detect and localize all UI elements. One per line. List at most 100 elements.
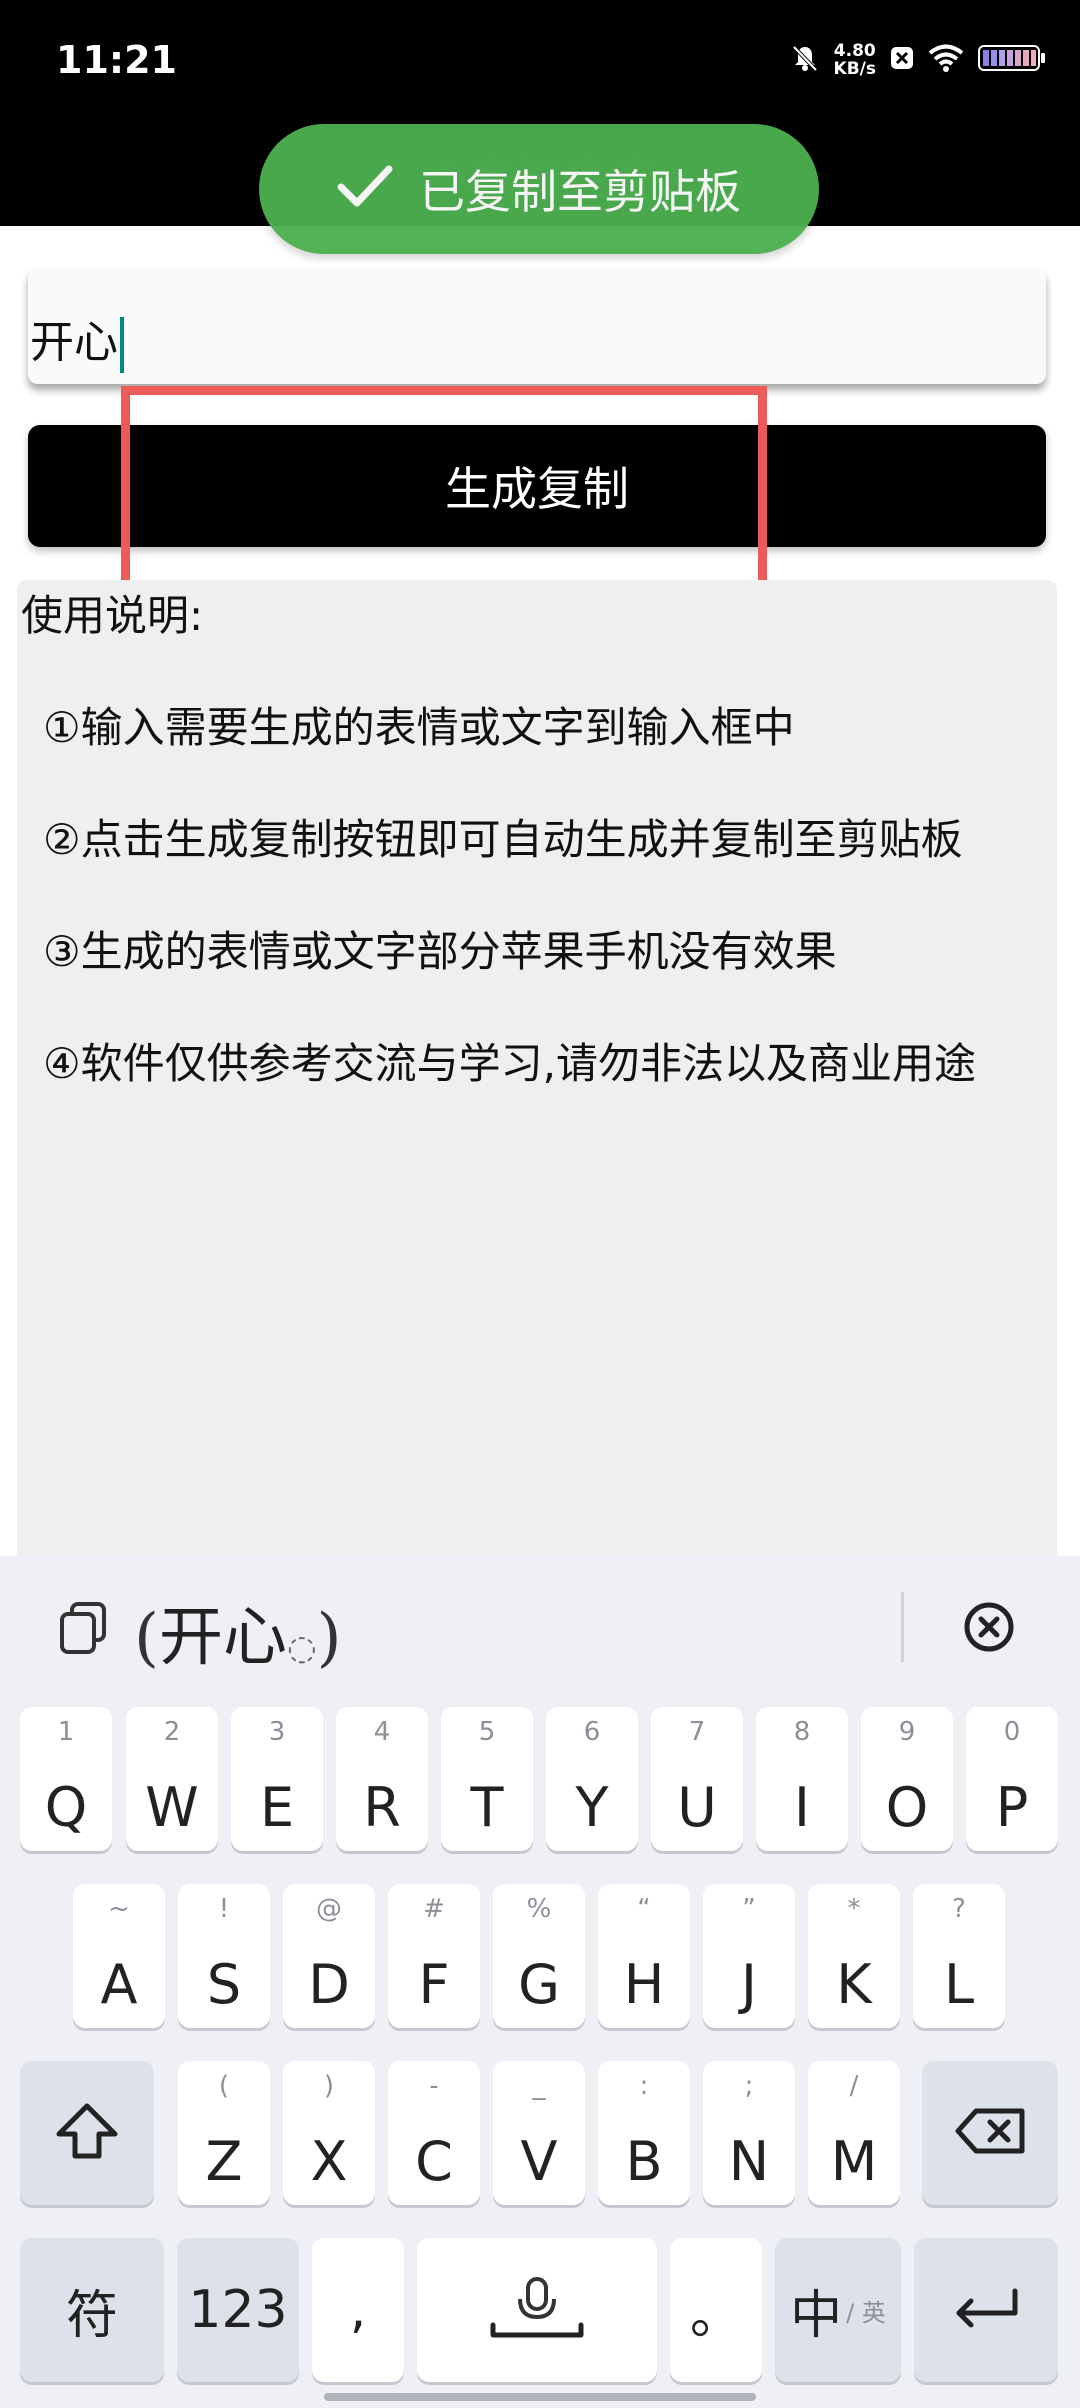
key-o[interactable]: 9O	[861, 1707, 953, 1851]
key-j-label: J	[741, 1953, 757, 2016]
key-q-label: Q	[44, 1776, 88, 1839]
backspace-icon	[954, 2107, 1026, 2159]
net-speed: 4.80 KB/s	[834, 42, 876, 78]
key-p[interactable]: 0P	[966, 1707, 1058, 1851]
checkmark-icon	[337, 165, 393, 213]
key-h[interactable]: “H	[598, 1884, 690, 2028]
key-b-label: B	[625, 2130, 663, 2193]
key-m-sub: /	[849, 2071, 859, 2101]
key-d-sub: @	[316, 1894, 342, 1924]
instructions-panel: 使用说明: ①输入需要生成的表情或文字到输入框中 ②点击生成复制按钮即可自动生成…	[17, 580, 1057, 1580]
key-e-sub: 3	[268, 1717, 286, 1747]
key-k[interactable]: * K	[808, 1884, 900, 2028]
close-icon[interactable]	[962, 1600, 1016, 1658]
key-l[interactable]: ? L	[913, 1884, 1005, 2028]
key-s[interactable]: ! S	[178, 1884, 270, 2028]
text-input[interactable]: 开心	[28, 268, 1046, 384]
language-key-sub: / 英	[846, 2298, 886, 2327]
key-r-label: R	[363, 1776, 401, 1839]
key-o-label: O	[885, 1776, 929, 1839]
key-y[interactable]: 6Y	[546, 1707, 638, 1851]
key-f[interactable]: # F	[388, 1884, 480, 2028]
key-i-label: I	[794, 1776, 810, 1839]
comma-key-label: ,	[349, 2280, 367, 2340]
backspace-key[interactable]	[922, 2061, 1058, 2205]
key-n-label: N	[728, 2130, 770, 2193]
copied-toast: 已复制至剪贴板	[259, 124, 819, 254]
shift-key[interactable]	[20, 2061, 154, 2205]
key-z-sub: (	[218, 2071, 230, 2101]
key-c-sub: -	[429, 2071, 439, 2101]
comma-key[interactable]: ,	[312, 2238, 404, 2382]
suggestion-item[interactable]: (开心◌)	[134, 1586, 342, 1678]
key-y-label: Y	[575, 1776, 609, 1839]
clipboard-icon[interactable]	[58, 1600, 110, 1660]
mute-icon	[790, 43, 820, 77]
key-r[interactable]: 4R	[336, 1707, 428, 1851]
key-k-sub: *	[847, 1894, 861, 1924]
key-c[interactable]: -C	[388, 2061, 480, 2205]
microphone-icon	[489, 2273, 585, 2347]
key-h-sub: “	[637, 1894, 651, 1924]
key-u[interactable]: 7U	[651, 1707, 743, 1851]
key-d-label: D	[308, 1953, 350, 2016]
key-n[interactable]: ; N	[703, 2061, 795, 2205]
key-v-label: V	[520, 2130, 558, 2193]
generate-copy-button[interactable]: 生成复制	[28, 425, 1046, 547]
key-z[interactable]: (Z	[178, 2061, 270, 2205]
suggestion-bar: (开心◌)	[0, 1556, 1080, 1702]
key-m-label: M	[830, 2130, 878, 2193]
key-p-sub: 0	[1003, 1717, 1021, 1747]
key-i[interactable]: 8I	[756, 1707, 848, 1851]
key-c-label: C	[415, 2130, 453, 2193]
key-e-label: E	[259, 1776, 295, 1839]
net-speed-value: 4.80	[833, 41, 876, 61]
space-key[interactable]	[417, 2238, 657, 2382]
key-b[interactable]: :B	[598, 2061, 690, 2205]
language-key-label: 中	[790, 2285, 843, 2346]
input-value: 开心	[30, 317, 118, 368]
symbols-key-label: 符	[65, 2285, 118, 2346]
key-m[interactable]: / M	[808, 2061, 900, 2205]
suggestion-text: 开心	[158, 1601, 287, 1675]
key-f-sub: #	[423, 1894, 445, 1924]
enter-icon	[951, 2287, 1021, 2333]
key-d[interactable]: @ D	[283, 1884, 375, 2028]
key-v[interactable]: _ V	[493, 2061, 585, 2205]
dotted-circle-icon: ◌	[286, 1628, 317, 1668]
enter-key[interactable]	[914, 2238, 1058, 2382]
instruction-item: ②点击生成复制按钮即可自动生成并复制至剪贴板	[43, 815, 963, 864]
status-time: 11:21	[56, 38, 177, 82]
key-w[interactable]: 2W	[126, 1707, 218, 1851]
key-p-label: P	[995, 1776, 1029, 1839]
language-switch-key[interactable]: 中 / 英	[775, 2238, 901, 2382]
period-key[interactable]: 。	[670, 2238, 762, 2382]
key-j-sub: ”	[742, 1894, 756, 1924]
key-u-sub: 7	[688, 1717, 706, 1747]
key-a-label: A	[100, 1953, 138, 2016]
key-g[interactable]: % G	[493, 1884, 585, 2028]
numbers-key[interactable]: 123	[177, 2238, 299, 2382]
key-e[interactable]: 3E	[231, 1707, 323, 1851]
instruction-item: ③生成的表情或文字部分苹果手机没有效果	[43, 927, 837, 976]
key-s-label: S	[206, 1953, 242, 2016]
key-k-label: K	[836, 1953, 872, 2016]
symbols-key[interactable]: 符	[20, 2238, 164, 2382]
key-x[interactable]: ) X	[283, 2061, 375, 2205]
key-q[interactable]: 1Q	[20, 1707, 112, 1851]
key-f-label: F	[418, 1953, 450, 2016]
soft-keyboard: (开心◌) 1Q 2W 3E 4R 5T 6Y 7U 8I 9O 0P ~ A !…	[0, 1556, 1080, 2408]
key-q-sub: 1	[57, 1717, 75, 1747]
key-j[interactable]: ” J	[703, 1884, 795, 2028]
instructions-heading: 使用说明:	[21, 591, 204, 640]
key-w-label: W	[145, 1776, 199, 1839]
key-a[interactable]: ~ A	[73, 1884, 165, 2028]
key-u-label: U	[677, 1776, 717, 1839]
key-t[interactable]: 5T	[441, 1707, 533, 1851]
key-z-label: Z	[205, 2130, 243, 2193]
key-a-sub: ~	[108, 1894, 130, 1924]
input-value-wrap: 开心	[30, 306, 124, 373]
text-caret	[120, 317, 124, 373]
key-x-sub: )	[323, 2071, 335, 2101]
key-w-sub: 2	[163, 1717, 181, 1747]
